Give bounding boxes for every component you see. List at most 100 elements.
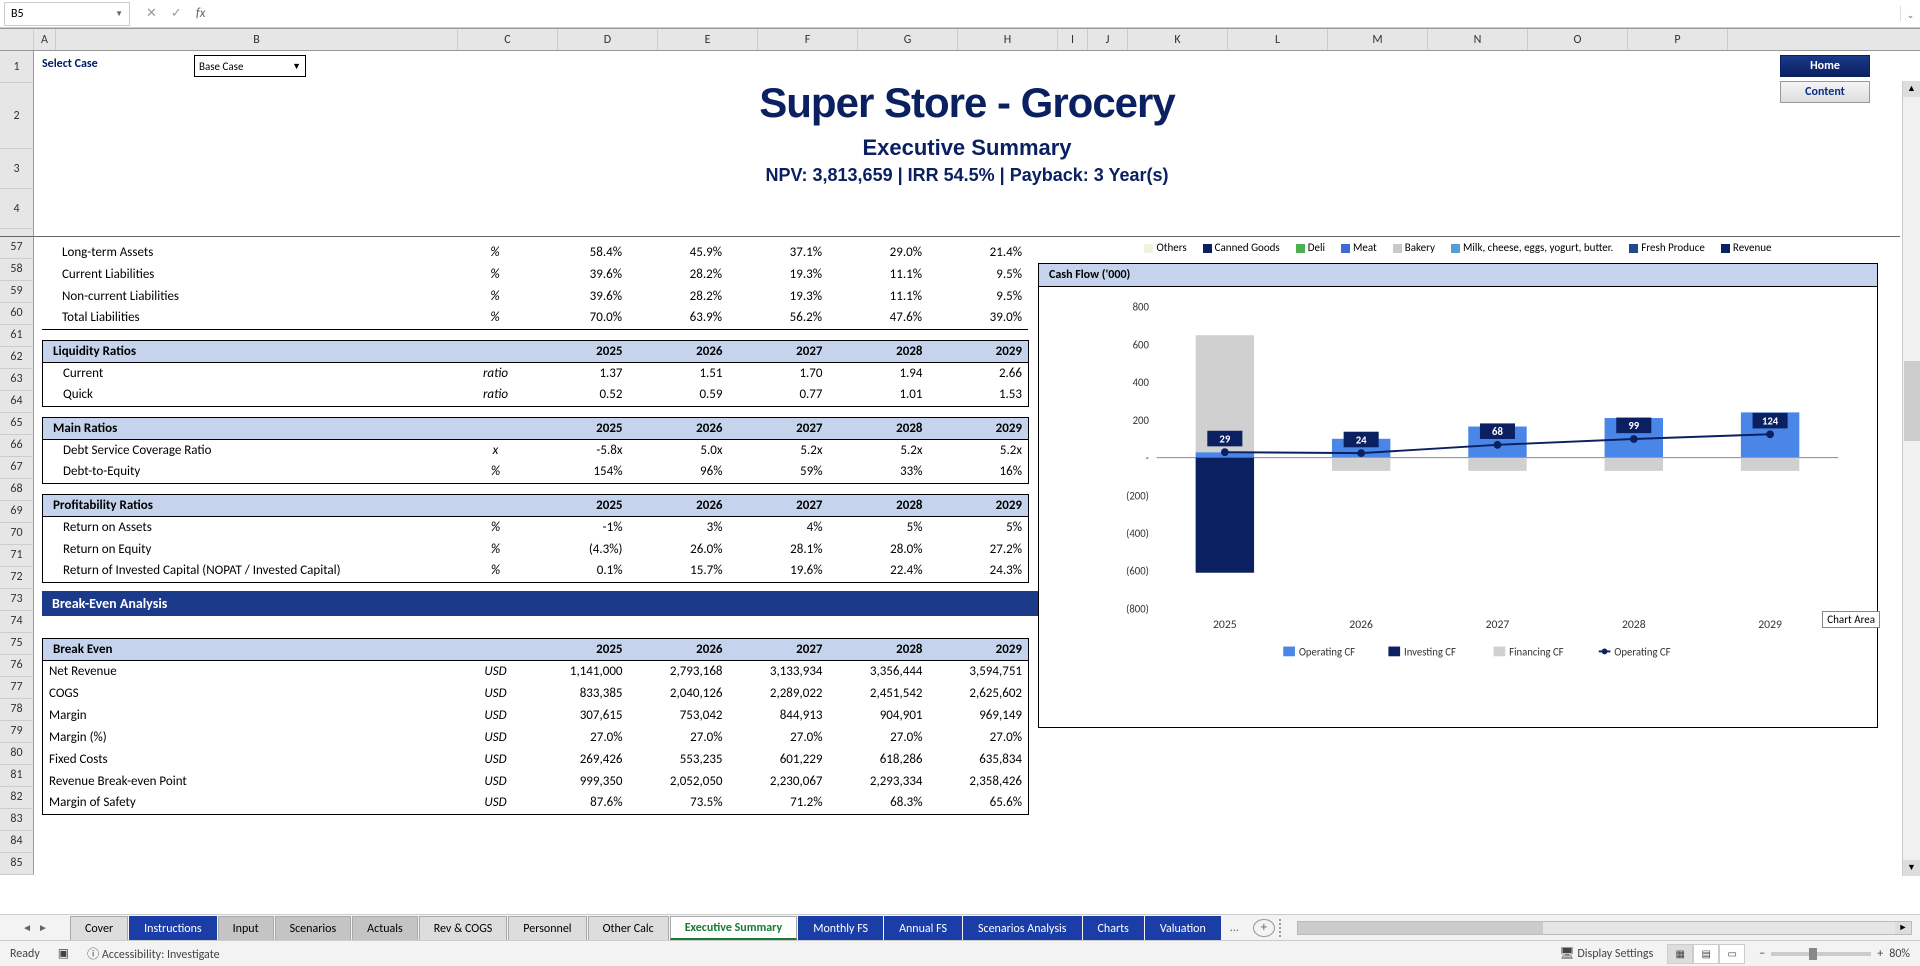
select-all-triangle[interactable] [0,29,34,50]
formula-bar-icons: ✕ ✓ fx [134,6,217,21]
column-header-E[interactable]: E [658,29,758,50]
row-header[interactable]: 75 [0,633,34,655]
horizontal-scrollbar[interactable]: ◄ ► [1297,921,1912,935]
sheet-tab[interactable]: Valuation [1145,916,1221,940]
row-header[interactable]: 66 [0,435,34,457]
row-header[interactable]: 77 [0,677,34,699]
content-button[interactable]: Content [1780,81,1870,103]
grid: ABCDEFGHIJKLMNOP 12345758596061626364656… [0,28,1920,928]
worksheet[interactable]: Select Case Base Case ▼ Home Content Sup… [34,51,1900,904]
tabs-more[interactable]: ... [1222,921,1247,935]
accessibility-status[interactable]: ⓘ Accessibility: Investigate [87,945,219,962]
zoom-out-icon[interactable]: − [1759,947,1765,961]
row-header[interactable]: 2 [0,83,34,149]
row-header[interactable]: 67 [0,457,34,479]
column-header-G[interactable]: G [858,29,958,50]
add-sheet-button[interactable]: + [1253,919,1275,937]
row-header[interactable]: 60 [0,303,34,325]
hscroll-thumb[interactable] [1298,922,1543,934]
column-header-A[interactable]: A [34,29,56,50]
column-header-C[interactable]: C [458,29,558,50]
sheet-tab[interactable]: Scenarios [275,916,352,940]
row-header[interactable]: 76 [0,655,34,677]
sheet-tab[interactable]: Input [218,916,274,940]
row-header[interactable]: 82 [0,787,34,809]
column-header-L[interactable]: L [1228,29,1328,50]
svg-text:Operating CF: Operating CF [1299,645,1355,658]
row-header[interactable]: 69 [0,501,34,523]
row-header[interactable]: 65 [0,413,34,435]
name-box-dropdown-icon[interactable]: ▼ [115,9,123,19]
row-header[interactable]: 85 [0,853,34,875]
sheet-tab[interactable]: Instructions [129,916,216,940]
row-header[interactable]: 73 [0,589,34,611]
case-dropdown[interactable]: Base Case ▼ [194,55,306,77]
view-page-break-icon[interactable]: ▭ [1719,944,1745,964]
sheet-tab[interactable]: Other Calc [588,916,669,940]
display-settings[interactable]: 🖥 Display Settings [1559,946,1653,961]
column-header-I[interactable]: I [1058,29,1088,50]
scroll-up-icon[interactable]: ▲ [1903,81,1920,97]
column-header-B[interactable]: B [56,29,458,50]
zoom-level[interactable]: 80% [1889,947,1910,961]
row-header[interactable]: 3 [0,149,34,189]
column-header-J[interactable]: J [1088,29,1128,50]
macro-record-icon[interactable]: ▣ [58,946,69,961]
row-header[interactable]: 84 [0,831,34,853]
column-header-H[interactable]: H [958,29,1058,50]
sheet-tab[interactable]: Scenarios Analysis [963,916,1082,940]
column-header-K[interactable]: K [1128,29,1228,50]
sheet-tab[interactable]: Actuals [352,916,418,940]
row-header[interactable]: 80 [0,743,34,765]
formula-input[interactable] [217,2,1900,26]
view-normal-icon[interactable]: ▦ [1667,944,1693,964]
sheet-tab[interactable]: Personnel [508,916,586,940]
sheet-tab[interactable]: Rev & COGS [419,916,508,940]
row-header[interactable]: 61 [0,325,34,347]
formula-bar-expand-icon[interactable]: ⌄ [1900,6,1920,21]
row-header[interactable]: 62 [0,347,34,369]
confirm-icon[interactable]: ✓ [171,6,182,21]
row-header[interactable]: 78 [0,699,34,721]
row-header[interactable]: 83 [0,809,34,831]
row-header[interactable]: 57 [0,237,34,259]
scroll-down-icon[interactable]: ▼ [1903,860,1920,876]
tabs-nav-next-icon[interactable]: ► [38,921,48,934]
sheet-tab[interactable]: Annual FS [884,916,962,940]
row-header[interactable]: 72 [0,567,34,589]
scroll-thumb[interactable] [1904,361,1920,441]
column-header-O[interactable]: O [1528,29,1628,50]
sheet-tab[interactable]: Cover [70,916,128,940]
legend-item: Meat [1341,241,1377,254]
column-header-N[interactable]: N [1428,29,1528,50]
row-header[interactable]: 74 [0,611,34,633]
zoom-slider[interactable] [1771,952,1871,956]
vertical-scrollbar[interactable]: ▲ ▼ [1902,81,1920,876]
row-header[interactable]: 59 [0,281,34,303]
column-header-F[interactable]: F [758,29,858,50]
name-box[interactable]: B5 ▼ [4,2,130,26]
row-header[interactable]: 63 [0,369,34,391]
row-header[interactable]: 79 [0,721,34,743]
tabs-nav-prev-icon[interactable]: ◄ [22,921,32,934]
column-header-M[interactable]: M [1328,29,1428,50]
scroll-right-icon[interactable]: ► [1895,922,1911,934]
fx-icon[interactable]: fx [196,6,206,21]
row-header[interactable]: 4 [0,189,34,229]
sheet-tab[interactable]: Executive Summary [670,916,798,940]
column-header-P[interactable]: P [1628,29,1728,50]
view-page-layout-icon[interactable]: ▤ [1693,944,1719,964]
row-header[interactable]: 70 [0,523,34,545]
home-button[interactable]: Home [1780,55,1870,77]
row-header[interactable]: 71 [0,545,34,567]
row-header[interactable]: 64 [0,391,34,413]
sheet-tab[interactable]: Monthly FS [798,916,883,940]
cancel-icon[interactable]: ✕ [146,6,157,21]
column-header-D[interactable]: D [558,29,658,50]
row-header[interactable]: 58 [0,259,34,281]
row-header[interactable]: 1 [0,51,34,83]
sheet-tab[interactable]: Charts [1083,916,1144,940]
row-header[interactable]: 68 [0,479,34,501]
zoom-in-icon[interactable]: + [1877,947,1883,961]
row-header[interactable]: 81 [0,765,34,787]
